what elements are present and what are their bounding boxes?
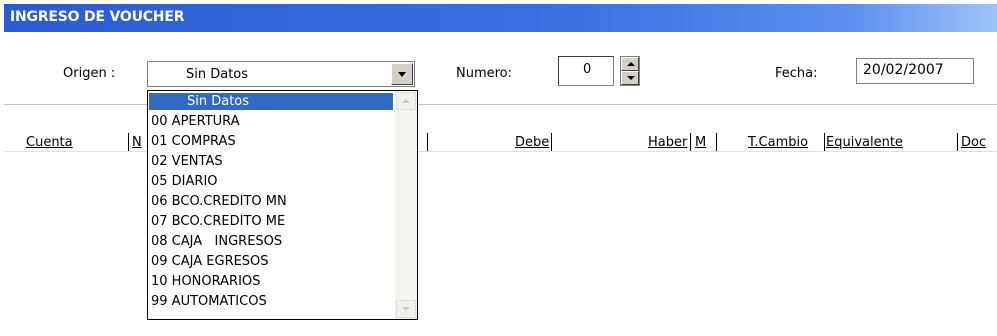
column-separator[interactable] xyxy=(128,133,129,151)
spin-up-button[interactable] xyxy=(621,57,639,71)
column-header-cuenta[interactable]: Cuenta xyxy=(26,135,73,150)
fecha-input[interactable]: 20/02/2007 xyxy=(856,58,974,84)
numero-spinner[interactable] xyxy=(620,56,640,86)
column-separator[interactable] xyxy=(716,133,717,151)
dropdown-item[interactable]: Sin Datos xyxy=(149,93,393,110)
column-separator[interactable] xyxy=(427,133,428,151)
dropdown-item[interactable]: 00 APERTURA xyxy=(149,113,393,130)
column-header-n[interactable]: N xyxy=(132,135,142,150)
arrow-up-icon xyxy=(402,99,410,103)
column-separator[interactable] xyxy=(957,133,958,151)
origen-dropdown-button[interactable] xyxy=(391,63,413,85)
dropdown-item[interactable]: 10 HONORARIOS xyxy=(149,273,393,290)
origen-selected-value: Sin Datos xyxy=(186,67,249,82)
column-header-tcambio[interactable]: T.Cambio xyxy=(748,135,808,150)
fecha-value: 20/02/2007 xyxy=(863,62,944,78)
scroll-up-button[interactable] xyxy=(396,92,416,110)
origen-dropdown-list[interactable]: Sin Datos 00 APERTURA 01 COMPRAS 02 VENT… xyxy=(147,90,418,320)
window-title: INGRESO DE VOUCHER xyxy=(10,9,185,25)
arrow-up-icon xyxy=(627,62,635,66)
spin-down-button[interactable] xyxy=(621,71,639,85)
dropdown-item[interactable]: 08 CAJA INGRESOS xyxy=(149,233,393,250)
numero-input[interactable]: 0 xyxy=(558,56,614,86)
dropdown-scrollbar[interactable] xyxy=(395,91,417,319)
numero-label: Numero: xyxy=(456,66,513,81)
dropdown-item[interactable]: 06 BCO.CREDITO MN xyxy=(149,193,393,210)
dropdown-item[interactable]: 01 COMPRAS xyxy=(149,133,393,150)
arrow-down-icon xyxy=(402,307,410,311)
dropdown-item[interactable]: 02 VENTAS xyxy=(149,153,393,170)
column-header-equivalente[interactable]: Equivalente xyxy=(826,135,903,150)
column-header-m[interactable]: M xyxy=(695,135,706,150)
dropdown-item[interactable]: 07 BCO.CREDITO ME xyxy=(149,213,393,230)
numero-value: 0 xyxy=(583,62,592,77)
chevron-down-icon xyxy=(398,72,406,77)
window-title-bar: INGRESO DE VOUCHER xyxy=(4,4,997,32)
column-separator[interactable] xyxy=(551,133,552,151)
column-separator[interactable] xyxy=(690,133,691,151)
fecha-label: Fecha: xyxy=(775,66,818,81)
arrow-down-icon xyxy=(627,76,635,80)
origen-combobox[interactable]: Sin Datos xyxy=(147,61,415,87)
scroll-down-button[interactable] xyxy=(396,300,416,318)
column-header-haber[interactable]: Haber xyxy=(648,135,687,150)
column-header-debe[interactable]: Debe xyxy=(515,135,549,150)
dropdown-item[interactable]: 99 AUTOMATICOS xyxy=(149,293,393,310)
dropdown-item[interactable]: 05 DIARIO xyxy=(149,173,393,190)
column-separator[interactable] xyxy=(824,133,825,151)
origen-label: Origen : xyxy=(63,66,116,81)
column-header-doc[interactable]: Doc xyxy=(961,135,986,150)
dropdown-item[interactable]: 09 CAJA EGRESOS xyxy=(149,253,393,270)
